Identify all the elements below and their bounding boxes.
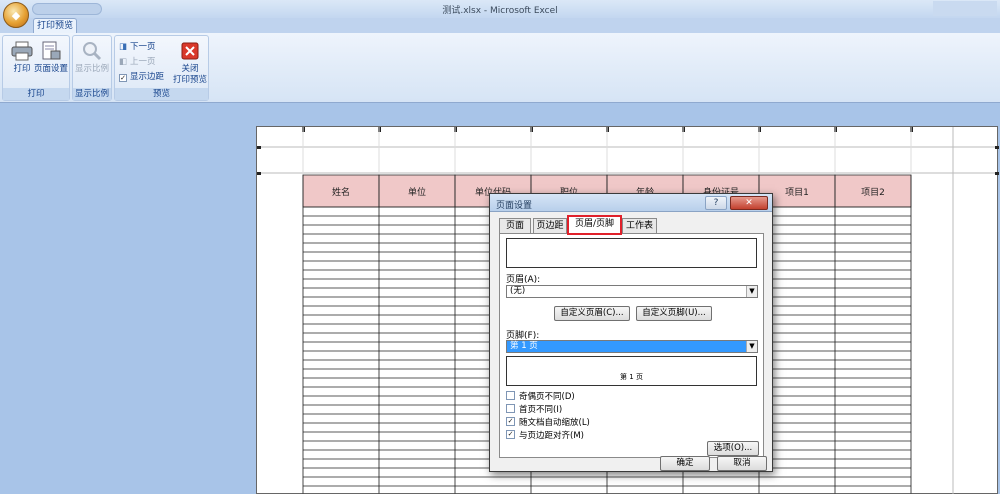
help-button[interactable]: ? xyxy=(705,196,727,210)
tab-margins[interactable]: 页边距 xyxy=(533,218,567,233)
tab-page[interactable]: 页面 xyxy=(499,218,531,233)
header-preview xyxy=(506,238,757,268)
zoom-label: 显示比例 xyxy=(75,64,110,74)
window-title: 测试.xlsx - Microsoft Excel xyxy=(442,6,558,16)
margin-handle xyxy=(257,172,261,175)
margin-handle xyxy=(995,172,999,175)
custom-header-button[interactable]: 自定义页眉(C)... xyxy=(554,306,630,321)
print-label: 打印 xyxy=(13,64,31,74)
group-zoom-label: 显示比例 xyxy=(73,88,111,100)
header-select-value: (无) xyxy=(510,286,526,296)
magnifier-icon xyxy=(83,42,102,61)
close-preview-label-2: 打印预览 xyxy=(172,75,207,85)
ok-button[interactable]: 确定 xyxy=(660,456,710,471)
odd-even-different-checkbox[interactable]: 奇偶页不同(D) xyxy=(506,390,575,402)
first-page-different-checkbox[interactable]: 首页不同(I) xyxy=(506,403,563,415)
window-controls[interactable] xyxy=(933,1,997,16)
checkbox-box xyxy=(506,404,515,413)
checkbox-box xyxy=(506,391,515,400)
footer-select[interactable]: 第 1 页 ▼ xyxy=(506,340,758,353)
footer-select-value: 第 1 页 xyxy=(510,341,538,351)
group-zoom: 显示比例 显示比例 xyxy=(72,35,112,101)
prev-page-label: 上一页 xyxy=(130,57,156,67)
align-label: 与页边距对齐(M) xyxy=(519,430,584,441)
check-icon: ✓ xyxy=(506,417,515,426)
group-preview: ◨ 下一页 ◧ 上一页 ✓ 显示边距 关闭 打印预览 预览 xyxy=(114,35,209,101)
page-setup-icon xyxy=(42,41,61,60)
prev-page-button[interactable]: ◧ 上一页 xyxy=(119,56,156,69)
odd-even-label: 奇偶页不同(D) xyxy=(519,391,575,402)
group-preview-label: 预览 xyxy=(115,88,208,100)
cancel-button[interactable]: 取消 xyxy=(717,456,767,471)
office-button[interactable]: ◆ xyxy=(3,2,29,28)
footer-preview-text: 第 1 页 xyxy=(620,373,643,381)
scale-with-document-checkbox[interactable]: ✓ 随文档自动缩放(L) xyxy=(506,416,590,428)
header-cell-label: 单位 xyxy=(408,186,426,198)
scale-label: 随文档自动缩放(L) xyxy=(519,417,590,428)
header-cell-label: 姓名 xyxy=(332,186,350,198)
dialog-title: 页面设置 xyxy=(496,201,533,211)
margin-handle xyxy=(257,146,261,149)
options-button[interactable]: 选项(O)... xyxy=(707,441,759,456)
first-page-label: 首页不同(I) xyxy=(519,404,563,415)
close-button[interactable]: ✕ xyxy=(730,196,768,210)
zoom-button[interactable]: 显示比例 xyxy=(75,39,109,75)
show-margins-checkbox[interactable]: ✓ 显示边距 xyxy=(119,71,164,84)
close-preview-label-1: 关闭 xyxy=(181,64,199,74)
next-page-label: 下一页 xyxy=(130,42,156,52)
page-setup-dialog: 页面设置 ? ✕ 页面 页边距 页眉/页脚 工作表 页眉(A): (无) ▼ 自… xyxy=(489,193,773,472)
header-select[interactable]: (无) ▼ xyxy=(506,285,758,298)
page-setup-button[interactable]: 页面设置 xyxy=(34,39,68,75)
margin-handle xyxy=(995,146,999,149)
dialog-body: 页眉(A): (无) ▼ 自定义页眉(C)... 自定义页脚(U)... 页脚(… xyxy=(499,233,764,458)
check-icon: ✓ xyxy=(506,430,515,439)
prev-page-icon: ◧ xyxy=(119,57,128,67)
tab-header-footer[interactable]: 页眉/页脚 xyxy=(567,215,622,235)
custom-footer-button[interactable]: 自定义页脚(U)... xyxy=(636,306,712,321)
group-print: 打印 页面设置 打印 xyxy=(2,35,70,101)
header-cell-label: 项目2 xyxy=(861,187,885,198)
close-preview-button[interactable]: 关闭 打印预览 xyxy=(171,39,209,86)
dialog-title-bar: 页面设置 ? ✕ xyxy=(490,194,772,212)
group-print-label: 打印 xyxy=(3,88,69,100)
chevron-down-icon: ▼ xyxy=(746,286,757,297)
next-page-button[interactable]: ◨ 下一页 xyxy=(119,41,156,54)
next-page-icon: ◨ xyxy=(119,42,128,52)
header-label: 页眉(A): xyxy=(506,275,541,285)
office-logo-icon: ◆ xyxy=(11,8,21,22)
ribbon: 打印 页面设置 打印 显示比例 显示比例 ◨ 下一页 ◧ 上一页 ✓ 显示边距 … xyxy=(0,33,1000,103)
chevron-down-icon: ▼ xyxy=(746,341,757,352)
close-red-icon xyxy=(181,42,199,60)
align-with-margins-checkbox[interactable]: ✓ 与页边距对齐(M) xyxy=(506,429,584,441)
tab-sheet[interactable]: 工作表 xyxy=(622,218,657,233)
ribbon-tab-bar: 打印预览 xyxy=(0,18,1000,33)
tab-print-preview[interactable]: 打印预览 xyxy=(33,18,77,33)
show-margins-label: 显示边距 xyxy=(130,72,165,82)
page-setup-label: 页面设置 xyxy=(34,64,69,74)
footer-preview: 第 1 页 xyxy=(506,356,757,386)
printer-icon xyxy=(11,41,33,61)
check-icon: ✓ xyxy=(119,73,127,82)
title-bar: 测试.xlsx - Microsoft Excel xyxy=(0,0,1000,18)
header-cell-label: 项目1 xyxy=(785,187,809,198)
